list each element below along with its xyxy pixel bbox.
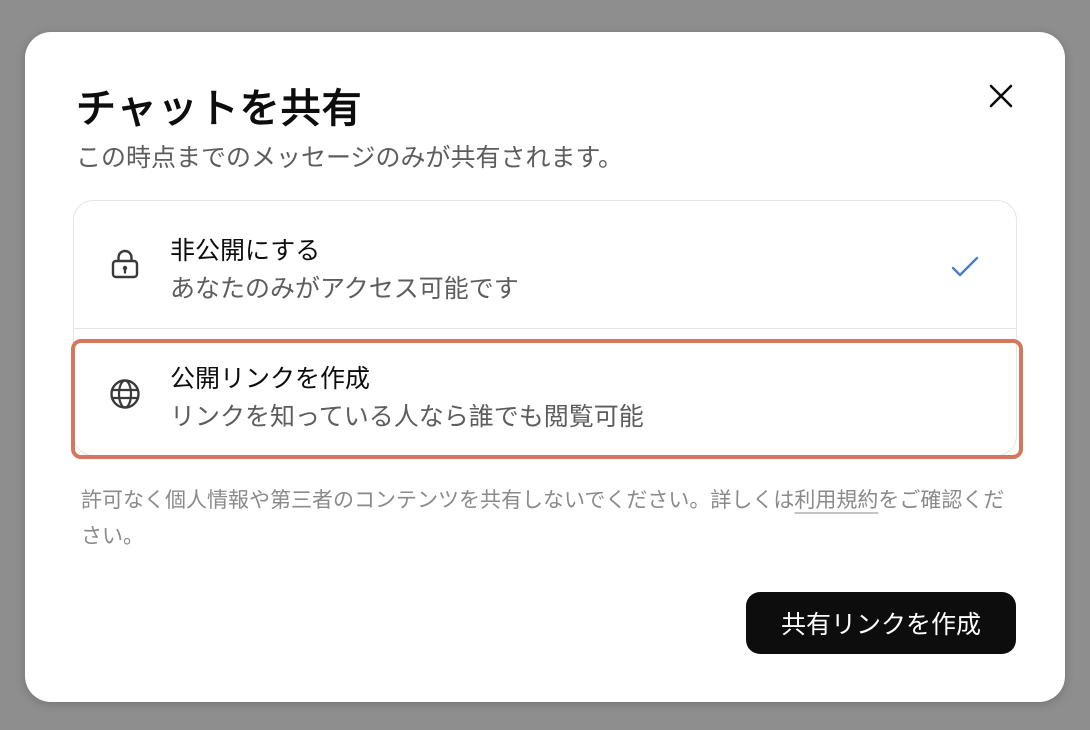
create-share-link-button[interactable]: 共有リンクを作成 xyxy=(746,592,1016,654)
dialog-title: チャットを共有 xyxy=(76,86,363,132)
option-public-link[interactable]: 公開リンクを作成 リンクを知っている人なら誰でも閲覧可能 xyxy=(74,329,1016,457)
check-icon xyxy=(951,256,979,277)
option-private-title: 非公開にする xyxy=(170,236,321,265)
lock-icon xyxy=(111,249,139,279)
close-icon xyxy=(989,84,1013,108)
dialog-subtitle: この時点までのメッセージのみが共有されます。 xyxy=(76,143,624,172)
globe-icon xyxy=(110,379,140,409)
option-public-description: リンクを知っている人なら誰でも閲覧可能 xyxy=(170,402,644,431)
close-button[interactable] xyxy=(983,78,1019,114)
share-chat-dialog: チャットを共有 この時点までのメッセージのみが共有されます。 非公開にする あな… xyxy=(25,32,1065,702)
disclaimer-text-before: 許可なく個人情報や第三者のコンテンツを共有しないでください。詳しくは xyxy=(81,488,795,512)
option-public-title: 公開リンクを作成 xyxy=(170,364,371,393)
modal-backdrop[interactable]: チャットを共有 この時点までのメッセージのみが共有されます。 非公開にする あな… xyxy=(0,0,1090,730)
disclaimer-text: 許可なく個人情報や第三者のコンテンツを共有しないでください。詳しくは利用規約をご… xyxy=(81,482,1011,554)
share-options-list: 非公開にする あなたのみがアクセス可能です 公開リンクを作成 リンクを知っている… xyxy=(73,200,1017,456)
terms-link[interactable]: 利用規約 xyxy=(794,488,878,512)
option-private-description: あなたのみがアクセス可能です xyxy=(170,274,519,303)
option-private[interactable]: 非公開にする あなたのみがアクセス可能です xyxy=(74,201,1016,329)
